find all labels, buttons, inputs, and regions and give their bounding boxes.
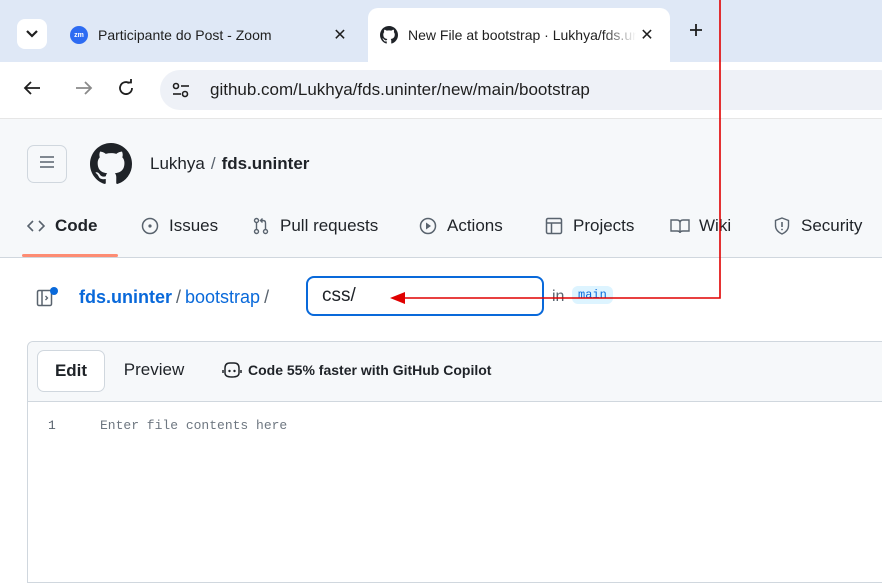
repo-breadcrumb: Lukhya / fds.uninter xyxy=(150,154,309,174)
code-editor-placeholder[interactable]: Enter file contents here xyxy=(100,418,287,433)
close-icon[interactable]: ✕ xyxy=(636,24,658,46)
url-text: github.com/Lukhya/fds.uninter/new/main/b… xyxy=(210,80,590,99)
path-directory-link[interactable]: bootstrap xyxy=(185,287,260,307)
tab-pull-requests[interactable]: Pull requests xyxy=(251,213,378,239)
git-pull-request-icon xyxy=(251,216,271,236)
browser-tab-github[interactable]: New File at bootstrap · Lukhya/fds.unint… xyxy=(368,8,670,62)
editor-toolbar: Edit Preview Code 55% faster with GitHub… xyxy=(28,342,882,402)
breadcrumb-separator: / xyxy=(210,154,216,173)
line-number: 1 xyxy=(48,418,56,433)
copilot-promo-link[interactable]: Code 55% faster with GitHub Copilot xyxy=(222,360,491,380)
repo-nav: Code Issues Pull requests Actions Projec… xyxy=(0,195,882,257)
reload-button[interactable] xyxy=(112,76,140,104)
selected-tab-indicator xyxy=(22,254,118,257)
browser-tab-strip: zm Participante do Post - Zoom ✕ New Fil… xyxy=(0,0,882,62)
tab-label: Code xyxy=(55,216,98,235)
tab-label: Pull requests xyxy=(280,216,379,235)
tab-search-button[interactable] xyxy=(17,19,47,49)
tab-edit[interactable]: Edit xyxy=(37,350,105,392)
issue-opened-icon xyxy=(140,216,160,236)
github-header: Lukhya / fds.uninter Code Issues Pull requ… xyxy=(0,119,882,258)
tab-label: Issues xyxy=(169,216,219,235)
tab-projects[interactable]: Projects xyxy=(544,213,634,239)
tab-wiki[interactable]: Wiki xyxy=(670,213,731,239)
address-bar[interactable]: github.com/Lukhya/fds.uninter/new/main/b… xyxy=(160,70,882,110)
tab-label: Projects xyxy=(573,216,635,235)
copilot-icon xyxy=(222,360,242,380)
tab-title: Participante do Post - Zoom xyxy=(98,27,272,43)
tab-security[interactable]: Security xyxy=(772,213,862,239)
file-editor: Edit Preview Code 55% faster with GitHub… xyxy=(27,341,882,583)
path-separator: / xyxy=(264,287,270,307)
tab-label: Security xyxy=(801,216,863,235)
browser-tab-zoom[interactable]: zm Participante do Post - Zoom ✕ xyxy=(58,8,363,62)
play-icon xyxy=(418,216,438,236)
github-icon xyxy=(380,26,398,44)
chevron-down-icon xyxy=(26,25,38,43)
file-path-bar: fds.uninter/bootstrap/ in main xyxy=(0,258,882,342)
zoom-icon: zm xyxy=(70,26,88,44)
close-icon[interactable]: ✕ xyxy=(329,24,351,46)
tab-title: New File at bootstrap · Lukhya/fds.unint… xyxy=(408,27,636,43)
table-icon xyxy=(544,216,564,236)
book-icon xyxy=(670,216,690,236)
path-breadcrumb: fds.uninter / bootstrap / xyxy=(79,287,273,308)
new-tab-button[interactable] xyxy=(682,18,710,46)
copilot-text: Code 55% faster with GitHub Copilot xyxy=(248,362,492,378)
plus-icon xyxy=(689,23,703,42)
tab-code[interactable]: Code xyxy=(26,213,98,239)
global-menu-button[interactable] xyxy=(27,145,67,183)
forward-button[interactable] xyxy=(70,76,98,104)
reload-icon xyxy=(117,78,135,102)
tab-label: Wiki xyxy=(699,216,732,235)
arrow-right-icon xyxy=(75,80,93,101)
tab-label: Actions xyxy=(447,216,503,235)
back-button[interactable] xyxy=(18,76,46,104)
hamburger-icon xyxy=(39,155,55,174)
site-settings-icon[interactable] xyxy=(170,79,192,101)
github-logo-icon[interactable] xyxy=(90,143,132,185)
path-separator: / xyxy=(176,287,182,307)
path-repo-link[interactable]: fds.uninter xyxy=(79,287,172,307)
repo-owner-link[interactable]: Lukhya xyxy=(150,154,205,173)
arrow-left-icon xyxy=(23,80,41,101)
file-tree-icon[interactable] xyxy=(36,286,60,308)
browser-toolbar: github.com/Lukhya/fds.uninter/new/main/b… xyxy=(0,62,882,119)
shield-icon xyxy=(772,216,792,236)
code-icon xyxy=(26,216,46,236)
in-label: in xyxy=(552,288,565,305)
branch-badge: main xyxy=(572,286,613,304)
tab-preview[interactable]: Preview xyxy=(108,350,200,390)
filename-input[interactable] xyxy=(306,276,544,316)
tab-issues[interactable]: Issues xyxy=(140,213,218,239)
tab-actions[interactable]: Actions xyxy=(418,213,503,239)
repo-name-link[interactable]: fds.uninter xyxy=(222,154,310,173)
